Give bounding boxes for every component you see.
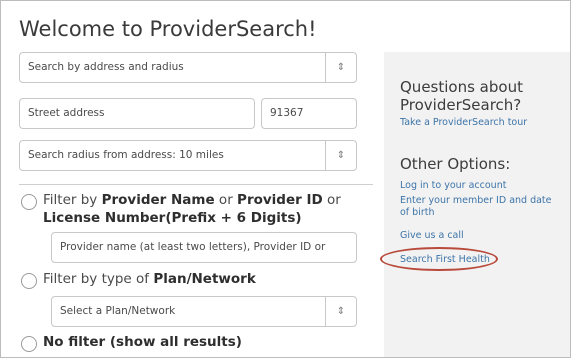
plan-network-option-label: Filter by type of Plan/Network <box>43 271 256 288</box>
plan-network-radio[interactable] <box>21 273 37 289</box>
sidebar: Questions about ProviderSearch? Take a P… <box>384 52 570 357</box>
no-filter-option-label: No filter (show all results) <box>43 334 242 351</box>
login-link[interactable]: Log in to your account <box>400 180 506 192</box>
zip-code-value: 91367 <box>270 107 304 119</box>
section-divider <box>19 184 373 185</box>
questions-heading: Questions about ProviderSearch? <box>400 78 523 114</box>
member-id-link[interactable]: Enter your member ID and date of birth <box>400 195 560 219</box>
plan-network-select[interactable]: Select a Plan/Network ⇕ <box>51 296 357 327</box>
option-text: or <box>214 192 238 208</box>
provider-search-panel: Welcome to ProviderSearch! Search by add… <box>0 0 571 358</box>
up-down-chevron-icon: ⇕ <box>325 141 356 170</box>
option-text: Filter by <box>43 192 102 208</box>
search-type-select[interactable]: Search by address and radius ⇕ <box>19 52 357 83</box>
street-address-input[interactable]: Street address <box>19 98 255 129</box>
call-link[interactable]: Give us a call <box>400 230 464 242</box>
other-options-heading: Other Options: <box>400 155 511 173</box>
radius-select[interactable]: Search radius from address: 10 miles ⇕ <box>19 140 357 171</box>
option-bold-text: No filter (show all results) <box>43 334 242 350</box>
license-number-label: License Number(Prefix + 6 Digits) <box>43 210 302 227</box>
search-form: Search by address and radius ⇕ Street ad… <box>19 52 373 357</box>
page-title: Welcome to ProviderSearch! <box>19 17 317 41</box>
provider-name-radio[interactable] <box>21 194 37 210</box>
tour-link[interactable]: Take a ProviderSearch tour <box>400 117 527 129</box>
zip-code-input[interactable]: 91367 <box>261 98 357 129</box>
provider-name-option-label: Filter by Provider Name or Provider ID o… <box>43 192 341 209</box>
provider-name-input[interactable]: Provider name (at least two letters), Pr… <box>51 232 357 263</box>
option-text: or <box>322 192 341 208</box>
first-health-link[interactable]: Search First Health <box>400 254 490 266</box>
radius-select-value: Search radius from address: 10 miles <box>28 149 224 161</box>
no-filter-radio[interactable] <box>21 336 37 352</box>
option-bold-text: Provider Name <box>101 192 215 208</box>
up-down-chevron-icon: ⇕ <box>325 53 356 82</box>
option-bold-text: License Number(Prefix + 6 Digits) <box>43 210 302 226</box>
option-text: Filter by type of <box>43 271 154 287</box>
street-address-placeholder: Street address <box>28 107 105 119</box>
plan-network-select-value: Select a Plan/Network <box>60 305 176 317</box>
option-bold-text: Provider ID <box>237 192 323 208</box>
option-bold-text: Plan/Network <box>153 271 256 287</box>
provider-name-placeholder: Provider name (at least two letters), Pr… <box>60 241 326 253</box>
up-down-chevron-icon: ⇕ <box>325 297 356 326</box>
search-type-select-value: Search by address and radius <box>28 61 184 73</box>
